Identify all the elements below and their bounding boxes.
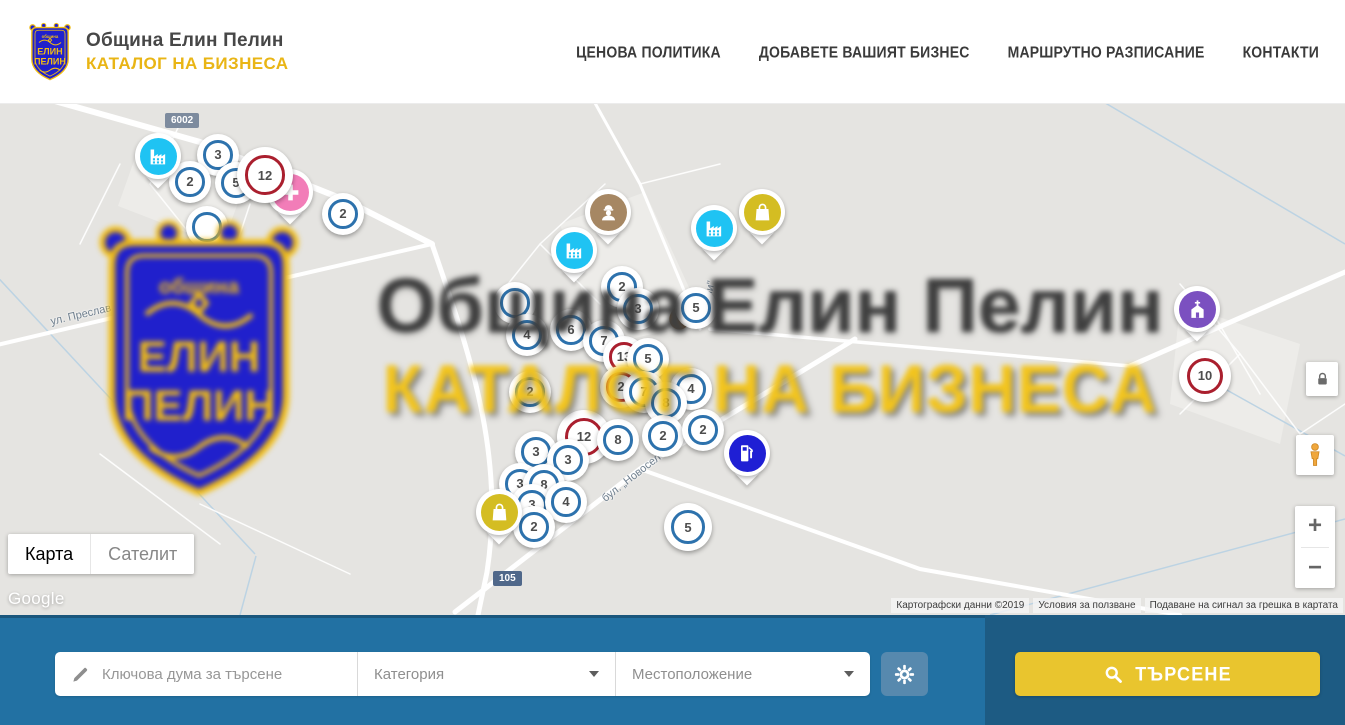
shopping-bag-pin[interactable] <box>475 488 523 548</box>
location-select[interactable]: Местоположение <box>615 652 870 696</box>
factory-pin[interactable] <box>550 226 598 286</box>
map-markers-layer: 32512223546713522748128223338342510 <box>0 104 1345 615</box>
zoom-out-button[interactable]: − <box>1295 548 1335 589</box>
lock-button[interactable] <box>1306 362 1338 396</box>
fuel-icon <box>729 435 766 472</box>
brand-subtitle: КАТАЛОГ НА БИЗНЕСА <box>86 54 288 74</box>
cluster-marker[interactable]: 2 <box>322 193 364 235</box>
search-icon <box>1103 664 1124 685</box>
nav-add-your-business[interactable]: ДОБАВЕТЕ ВАШИЯТ БИЗНЕС <box>759 43 970 61</box>
brand-logo[interactable]: община ЕЛИН ПЕЛИН Община Елин Пелин КАТА… <box>26 22 288 82</box>
cluster-marker[interactable]: 4 <box>506 314 548 356</box>
main-nav: ЦЕНОВА ПОЛИТИКА ДОБАВЕТЕ ВАШИЯТ БИЗНЕС М… <box>576 44 1319 60</box>
cluster-marker[interactable]: 8 <box>597 419 639 461</box>
cluster-marker[interactable]: 2 <box>509 371 551 413</box>
cluster-count: 10 <box>1187 358 1223 394</box>
keyword-field[interactable] <box>55 652 357 696</box>
attribution-terms-link[interactable]: Условия за ползване <box>1033 598 1140 613</box>
cluster-count <box>192 212 221 241</box>
street-view-pegman-button[interactable] <box>1296 435 1334 475</box>
cluster-count: 5 <box>671 510 705 544</box>
attribution-copyright: Картографски данни ©2019 <box>891 598 1029 613</box>
svg-text:ПЕЛИН: ПЕЛИН <box>34 56 66 66</box>
map-type-satellite-button[interactable]: Сателит <box>90 534 194 574</box>
search-button-label: ТЪРСЕНЕ <box>1135 663 1232 686</box>
shopping-bag-icon <box>744 194 781 231</box>
cluster-marker[interactable]: 5 <box>675 287 717 329</box>
cluster-count: 2 <box>688 415 717 444</box>
google-logo[interactable]: Google <box>8 589 65 609</box>
map-type-map-button[interactable]: Карта <box>8 534 90 574</box>
cluster-count: 4 <box>551 487 580 516</box>
shopping-bag-pin[interactable] <box>738 188 786 248</box>
cluster-count: 2 <box>328 199 357 228</box>
municipality-crest-icon: община ЕЛИН ПЕЛИН <box>26 22 74 82</box>
category-select-value: Категория <box>374 666 444 683</box>
svg-text:ЕЛИН: ЕЛИН <box>37 46 62 56</box>
category-select[interactable]: Категория <box>357 652 615 696</box>
keyword-search-input[interactable] <box>102 666 345 683</box>
brand-title: Община Елин Пелин <box>86 30 288 52</box>
cluster-count: 5 <box>633 344 662 373</box>
cluster-marker[interactable]: 5 <box>664 503 712 551</box>
church-pin[interactable] <box>1173 285 1221 345</box>
map-type-control: Карта Сателит <box>8 534 194 574</box>
zoom-in-button[interactable]: + <box>1295 506 1335 547</box>
fuel-pin[interactable] <box>723 429 771 489</box>
attribution-report-error-link[interactable]: Подаване на сигнал за грешка в картата <box>1145 598 1343 613</box>
factory-icon <box>556 232 593 269</box>
cluster-count: 5 <box>681 293 710 322</box>
search-button[interactable]: ТЪРСЕНЕ <box>1015 652 1320 696</box>
cluster-count: 8 <box>651 388 680 417</box>
nav-route-schedule[interactable]: МАРШРУТНО РАЗПИСАНИЕ <box>1008 43 1205 61</box>
shopping-bag-icon <box>481 494 518 531</box>
cluster-marker[interactable]: 10 <box>1179 350 1231 402</box>
cluster-count: 2 <box>515 377 544 406</box>
map-attribution: Картографски данни ©2019 Условия за полз… <box>891 598 1343 613</box>
factory-pin[interactable] <box>134 132 182 192</box>
nav-pricing-policy[interactable]: ЦЕНОВА ПОЛИТИКА <box>576 43 721 61</box>
nav-contacts[interactable]: КОНТАКТИ <box>1243 43 1319 61</box>
cluster-count: 2 <box>648 421 677 450</box>
cluster-count: 6 <box>556 315 585 344</box>
pencil-icon <box>71 665 90 684</box>
search-fields: Категория Местоположение <box>55 652 870 696</box>
cluster-count: 2 <box>519 512 548 541</box>
zoom-control: + − <box>1295 506 1335 588</box>
cluster-marker[interactable]: 3 <box>617 288 659 330</box>
cluster-count: 3 <box>623 294 652 323</box>
page: община ЕЛИН ПЕЛИН Община Елин Пелин КАТА… <box>0 0 1345 725</box>
search-bar: Категория Местоположение ТЪРСЕНЕ <box>0 615 1345 725</box>
chevron-down-icon <box>589 671 599 677</box>
lock-icon <box>1314 371 1331 388</box>
cluster-count: 12 <box>245 155 284 194</box>
location-select-value: Местоположение <box>632 666 752 683</box>
pegman-icon <box>1302 442 1328 468</box>
worker-icon <box>590 194 627 231</box>
cluster-count: 4 <box>512 320 541 349</box>
chevron-down-icon <box>844 671 854 677</box>
cluster-marker[interactable] <box>186 206 228 248</box>
factory-icon <box>696 210 733 247</box>
advanced-settings-button[interactable] <box>881 652 928 696</box>
cluster-marker[interactable]: 2 <box>642 415 684 457</box>
factory-icon <box>140 138 177 175</box>
cluster-count: 8 <box>603 425 632 454</box>
map-canvas[interactable]: ул. Преславбул. „Новоселции"6002105 3251… <box>0 104 1345 615</box>
header: община ЕЛИН ПЕЛИН Община Елин Пелин КАТА… <box>0 0 1345 104</box>
gear-icon <box>893 663 916 686</box>
church-icon <box>1179 291 1216 328</box>
cluster-marker[interactable]: 2 <box>682 409 724 451</box>
cluster-marker[interactable]: 12 <box>237 147 293 203</box>
factory-pin[interactable] <box>690 204 738 264</box>
